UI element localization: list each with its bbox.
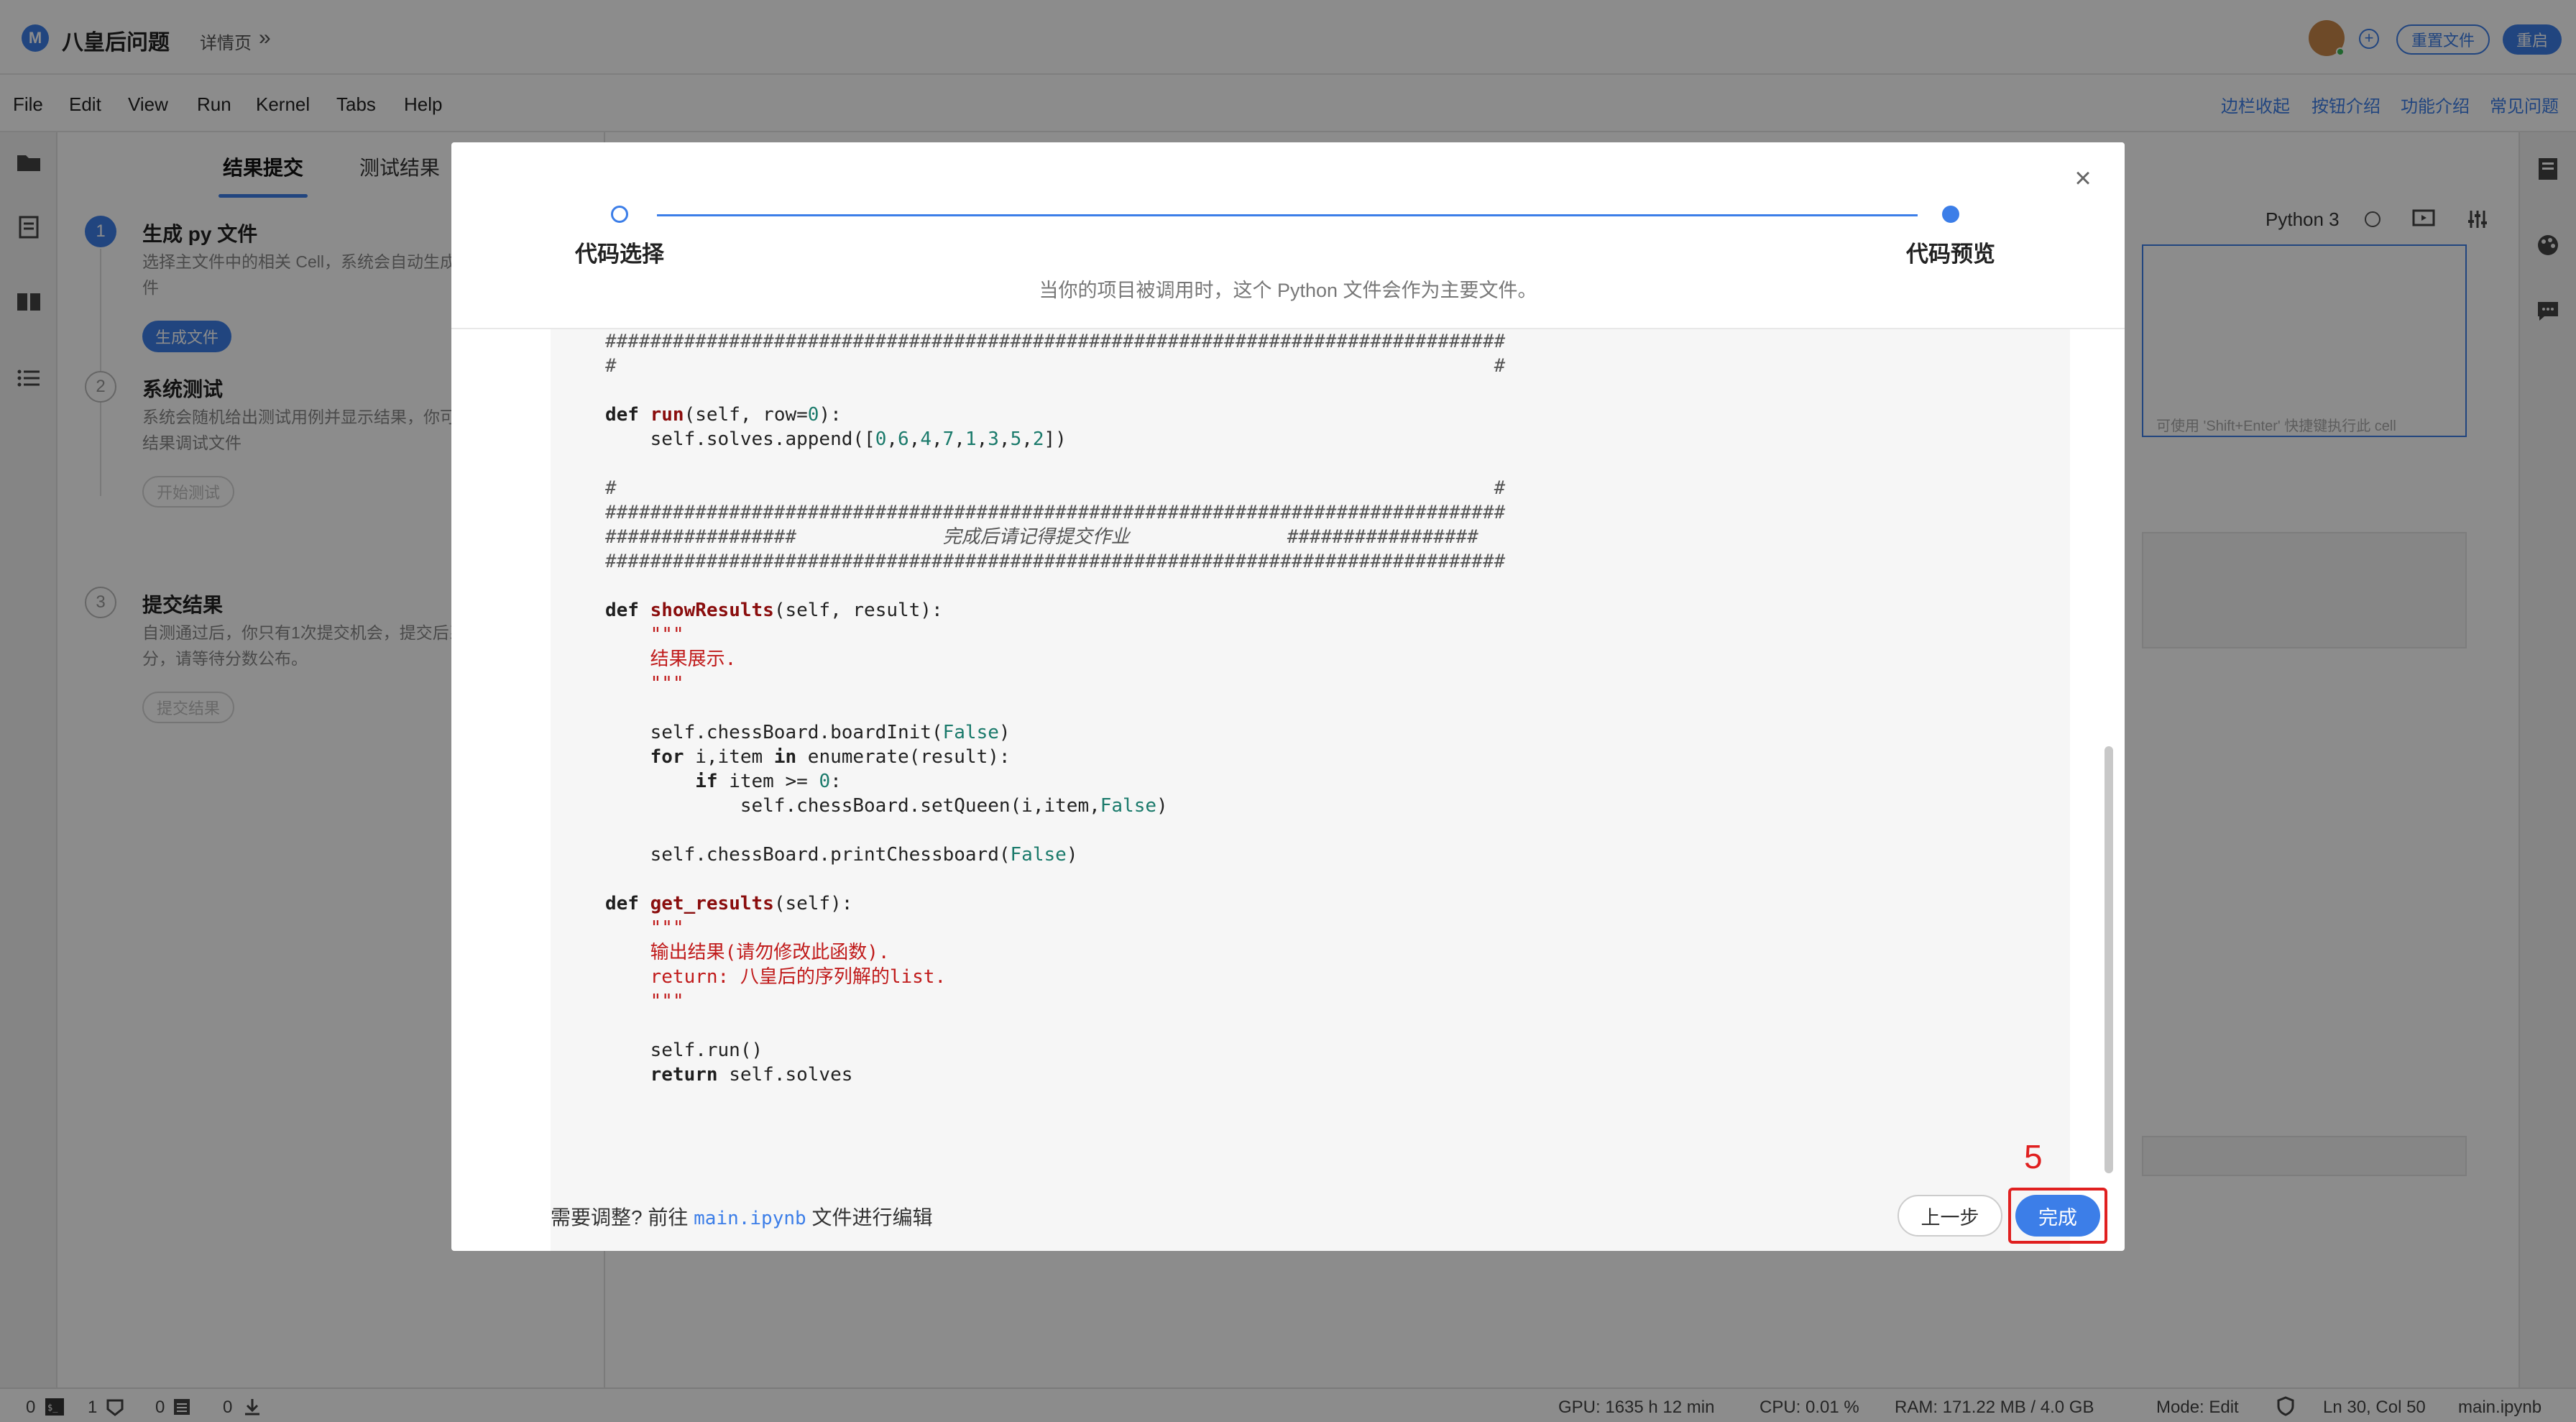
previous-step-button[interactable]: 上一步 — [1898, 1195, 2002, 1237]
annotation-highlight-box — [2008, 1188, 2107, 1244]
edit-hint-prefix: 需要调整? 前往 — [551, 1206, 694, 1229]
step-label-code-preview: 代码预览 — [1906, 242, 1995, 267]
step-label-code-select: 代码选择 — [575, 242, 664, 267]
code-preview-box[interactable]: ########################################… — [551, 329, 2070, 1251]
step-indicator-code-select — [611, 206, 628, 223]
code-preview-dialog: × 代码选择 代码预览 当你的项目被调用时，这个 Python 文件会作为主要文… — [451, 142, 2125, 1251]
edit-hint-suffix: 文件进行编辑 — [806, 1206, 933, 1229]
annotation-step-number: 5 — [2024, 1138, 2043, 1175]
main-ipynb-link[interactable]: main.ipynb — [694, 1208, 806, 1229]
step-indicator-code-preview — [1942, 206, 1959, 223]
close-icon[interactable]: × — [2069, 164, 2097, 193]
dialog-scrollbar[interactable] — [2104, 746, 2113, 1173]
step-progress-line — [657, 214, 1918, 216]
edit-hint: 需要调整? 前往 main.ipynb 文件进行编辑 — [551, 1202, 932, 1231]
code-content: ########################################… — [605, 331, 1506, 1086]
dialog-subtitle: 当你的项目被调用时，这个 Python 文件会作为主要文件。 — [1039, 280, 1537, 301]
